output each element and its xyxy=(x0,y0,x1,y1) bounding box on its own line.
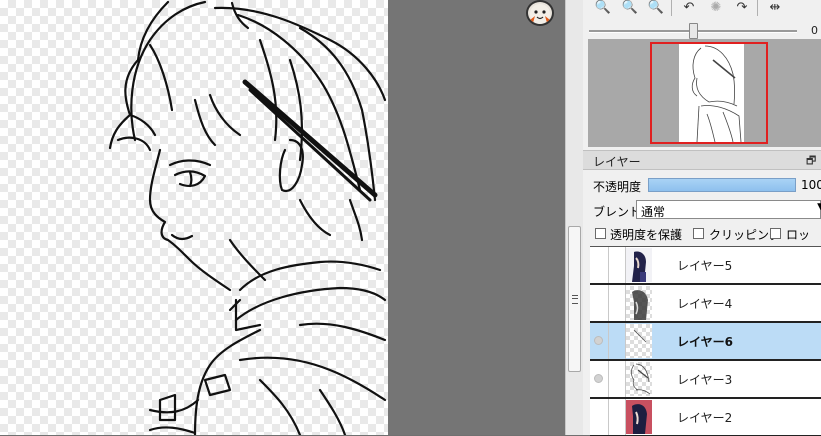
rotation-slider[interactable] xyxy=(589,23,809,39)
flip-horizontal-icon[interactable]: ⇹ xyxy=(765,0,785,17)
layer-row[interactable]: レイヤー4 xyxy=(590,285,821,323)
layer-name: レイヤー3 xyxy=(677,373,733,387)
layer-thumbnail xyxy=(626,286,652,320)
layer-row[interactable]: レイヤー2 xyxy=(590,399,821,436)
clipping-checkbox[interactable] xyxy=(693,228,704,239)
eye-icon xyxy=(594,336,603,345)
layer-panel-title: レイヤー xyxy=(593,155,641,169)
layer-lock-toggle[interactable] xyxy=(608,399,626,435)
toolbar-separator xyxy=(671,0,672,16)
navigator-toolbar: 🔍 🔍 🔍 ↶ ✺ ↷ ⇹ xyxy=(583,0,821,18)
layer-lock-toggle[interactable] xyxy=(608,285,626,321)
rotation-value: 0 xyxy=(811,24,818,37)
lock-checkbox[interactable] xyxy=(770,228,781,239)
layer-name: レイヤー6 xyxy=(677,335,733,349)
layer-panel-header: レイヤー 🗗 xyxy=(583,150,821,170)
visibility-toggle[interactable] xyxy=(590,399,609,435)
layer-thumbnail xyxy=(626,324,652,358)
lineart-drawing xyxy=(108,0,387,435)
opacity-row: 不透明度 100 xyxy=(583,176,821,196)
rotate-right-icon[interactable]: ↷ xyxy=(732,0,752,17)
layer-name: レイヤー2 xyxy=(677,411,733,425)
rotate-reset-icon[interactable]: ✺ xyxy=(706,0,726,17)
blend-mode-value: 通常 xyxy=(641,205,666,219)
blend-row: ブレンド 通常 ▼ xyxy=(583,200,821,220)
opacity-slider[interactable] xyxy=(648,178,796,192)
protect-alpha-checkbox[interactable] xyxy=(595,228,606,239)
canvas-background xyxy=(388,0,565,435)
opacity-value: 100 xyxy=(801,178,821,192)
layer-row[interactable]: レイヤー3 xyxy=(590,361,821,399)
drawing-canvas[interactable] xyxy=(0,0,388,435)
layer-row-selected[interactable]: レイヤー6 xyxy=(590,323,821,361)
layer-lock-toggle[interactable] xyxy=(608,247,626,283)
layer-thumbnail xyxy=(626,362,652,396)
opacity-label: 不透明度 xyxy=(593,180,642,194)
layer-options-row: 透明度を保護 クリッピング ロック xyxy=(583,225,821,259)
eye-icon xyxy=(594,374,603,383)
navigator-preview[interactable] xyxy=(588,39,821,147)
grip-icon xyxy=(572,295,578,304)
navigator-view-frame[interactable] xyxy=(650,42,768,144)
toolbar-separator xyxy=(757,0,758,16)
rotate-left-icon[interactable]: ↶ xyxy=(679,0,699,17)
layer-name: レイヤー4 xyxy=(677,297,733,311)
layer-thumbnail xyxy=(626,400,652,434)
zoom-out-icon[interactable]: 🔍 xyxy=(620,0,640,17)
layer-list[interactable]: レイヤー5 レイヤー4 レイヤー6 レイヤー3 レイヤー2 xyxy=(590,246,821,436)
blend-mode-select[interactable]: 通常 ▼ xyxy=(636,200,821,219)
panel-float-icon[interactable]: 🗗 xyxy=(806,152,816,171)
visibility-toggle[interactable] xyxy=(590,247,609,283)
zoom-in-icon[interactable]: 🔍 xyxy=(593,0,613,17)
visibility-toggle[interactable] xyxy=(590,323,609,359)
visibility-toggle[interactable] xyxy=(590,361,609,397)
layer-lock-toggle[interactable] xyxy=(608,361,626,397)
scrollbar-thumb[interactable] xyxy=(568,226,581,372)
layer-row[interactable]: レイヤー5 xyxy=(590,247,821,285)
protect-alpha-label: 透明度を保護 xyxy=(610,228,683,242)
layer-lock-toggle[interactable] xyxy=(608,323,626,359)
mascot-icon xyxy=(526,0,554,26)
layer-name: レイヤー5 xyxy=(677,259,733,273)
panel-scrollbar[interactable] xyxy=(565,0,583,435)
slider-knob[interactable] xyxy=(689,23,698,39)
visibility-toggle[interactable] xyxy=(590,285,609,321)
chevron-down-icon: ▼ xyxy=(817,202,821,212)
layer-thumbnail xyxy=(626,248,652,282)
zoom-reset-icon[interactable]: 🔍 xyxy=(646,0,666,17)
side-panel: 🔍 🔍 🔍 ↶ ✺ ↷ ⇹ 0 レイヤー 🗗 不透明度 100 ブレンド 通常 … xyxy=(583,0,821,436)
blend-label: ブレンド xyxy=(593,205,642,219)
